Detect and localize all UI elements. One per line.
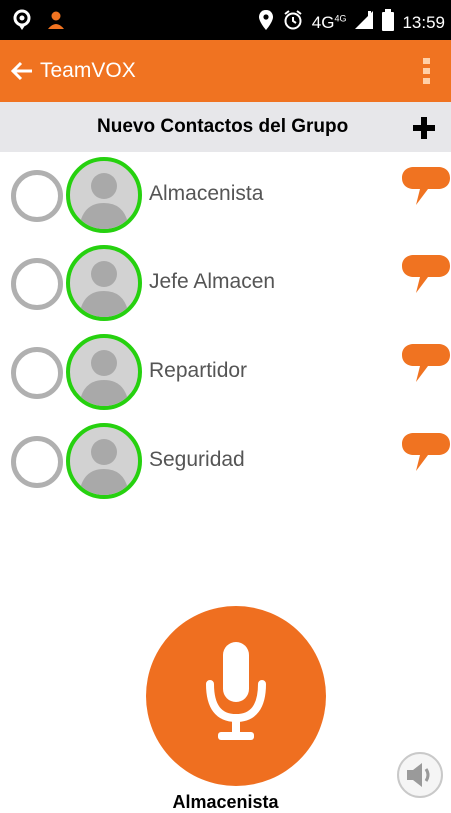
chat-bubble-icon[interactable] <box>400 342 450 386</box>
plus-icon[interactable] <box>413 117 435 139</box>
battery-icon <box>382 9 395 36</box>
select-radio[interactable] <box>11 258 63 310</box>
contact-name: Jefe Almacen <box>149 270 276 293</box>
location-icon <box>12 9 32 36</box>
overflow-menu-icon[interactable] <box>422 58 432 84</box>
contact-row[interactable]: Jefe Almacen <box>0 240 451 328</box>
location-pin-icon <box>258 9 274 36</box>
chat-bubble-icon[interactable] <box>400 165 450 209</box>
avatar <box>66 334 142 410</box>
select-radio[interactable] <box>11 436 63 488</box>
contact-row[interactable]: Seguridad <box>0 418 451 506</box>
avatar <box>66 157 142 233</box>
chat-bubble-icon[interactable] <box>400 431 450 475</box>
speaker-icon[interactable] <box>397 752 443 798</box>
status-time: 13:59 <box>402 12 445 32</box>
app-title: TeamVOX <box>40 59 136 82</box>
arrow-left-icon[interactable] <box>10 59 34 83</box>
contact-row[interactable]: Repartidor <box>0 329 451 417</box>
contact-name: Seguridad <box>149 448 245 471</box>
app-toolbar: TeamVOX <box>0 40 451 102</box>
alarm-icon <box>282 9 304 36</box>
group-header-title: Nuevo Contactos del Grupo <box>97 116 349 137</box>
status-bar: 4G4G 13:59 <box>0 0 451 40</box>
avatar <box>66 423 142 499</box>
select-radio[interactable] <box>11 347 63 399</box>
push-to-talk-button[interactable] <box>146 606 326 786</box>
signal-icon <box>354 10 374 35</box>
person-icon <box>46 9 66 36</box>
select-radio[interactable] <box>11 170 63 222</box>
contact-name: Almacenista <box>149 182 264 205</box>
contact-row[interactable]: Almacenista <box>0 152 451 240</box>
avatar <box>66 245 142 321</box>
group-header: Nuevo Contactos del Grupo <box>0 102 451 152</box>
chat-bubble-icon[interactable] <box>400 253 450 297</box>
contact-name: Repartidor <box>149 359 248 382</box>
network-type: 4G4G <box>311 12 347 32</box>
microphone-icon <box>206 642 266 740</box>
